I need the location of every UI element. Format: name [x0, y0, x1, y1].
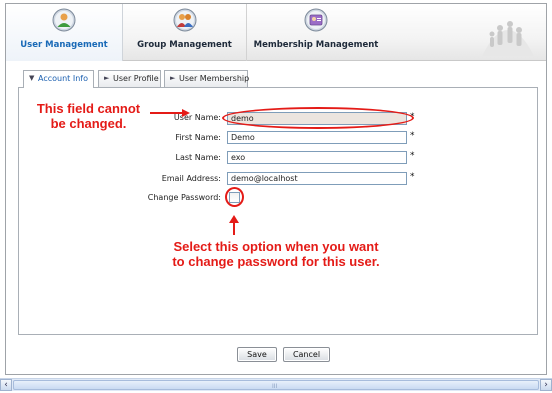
- scroll-left-button[interactable]: ‹: [0, 379, 12, 391]
- email-field[interactable]: demo@localhost: [227, 172, 407, 185]
- nav-membership-management-label: Membership Management: [253, 40, 379, 50]
- top-navigation: User Management Group Management Members…: [6, 4, 546, 61]
- firstname-label: First Name:: [175, 133, 221, 142]
- lastname-field[interactable]: exo: [227, 151, 407, 164]
- tab-user-profile[interactable]: ► User Profile: [98, 70, 161, 87]
- password-annotation-line1: Select this option when you want: [173, 239, 379, 254]
- app-window: User Management Group Management Members…: [5, 3, 547, 375]
- nav-membership-management[interactable]: Membership Management: [247, 4, 385, 61]
- username-annotation: This field cannot be changed.: [26, 101, 151, 131]
- cancel-button[interactable]: Cancel: [283, 347, 330, 362]
- username-annotation-line2: be changed.: [50, 116, 127, 131]
- password-annotation: Select this option when you want to chan…: [156, 239, 396, 269]
- horizontal-scrollbar[interactable]: ‹ III ›: [0, 378, 552, 391]
- group-management-icon: [173, 8, 196, 32]
- arrow-right-icon: [150, 109, 190, 117]
- scrollbar-thumb[interactable]: III: [13, 380, 539, 390]
- nav-user-management[interactable]: User Management: [6, 4, 123, 61]
- tab-account-info-label: Account Info: [38, 74, 88, 83]
- tab-user-membership[interactable]: ► User Membership: [164, 70, 250, 87]
- password-annotation-line2: to change password for this user.: [172, 254, 380, 269]
- checkbox-highlight-ring: [225, 187, 244, 207]
- membership-management-icon: [304, 8, 328, 32]
- scrollbar-grip: III: [272, 383, 278, 390]
- tab-user-membership-label: User Membership: [179, 74, 250, 83]
- user-management-icon: [52, 8, 76, 32]
- change-password-label: Change Password:: [147, 193, 221, 202]
- chevron-down-icon: ▼: [29, 74, 35, 82]
- tab-user-profile-label: User Profile: [113, 74, 159, 83]
- save-button[interactable]: Save: [237, 347, 277, 362]
- nav-group-management-label: Group Management: [137, 40, 232, 50]
- firstname-field[interactable]: Demo: [227, 131, 407, 144]
- people-decoration-icon: [482, 21, 534, 56]
- lastname-label: Last Name:: [175, 153, 221, 162]
- username-highlight-ring: [222, 107, 414, 129]
- chevron-left-icon: ‹: [4, 380, 8, 390]
- chevron-right-icon: ►: [170, 74, 176, 82]
- arrow-up-icon: [229, 215, 239, 235]
- username-annotation-line1: This field cannot: [36, 101, 141, 116]
- email-label: Email Address:: [161, 174, 221, 183]
- lastname-required-mark: *: [410, 151, 415, 161]
- chevron-right-icon: ►: [104, 74, 110, 82]
- chevron-right-icon: ›: [544, 380, 548, 390]
- scroll-right-button[interactable]: ›: [540, 379, 552, 391]
- firstname-required-mark: *: [410, 131, 415, 141]
- nav-group-management[interactable]: Group Management: [123, 4, 247, 61]
- nav-user-management-label: User Management: [20, 40, 108, 50]
- tab-account-info[interactable]: ▼ Account Info: [23, 70, 94, 88]
- email-required-mark: *: [410, 172, 415, 182]
